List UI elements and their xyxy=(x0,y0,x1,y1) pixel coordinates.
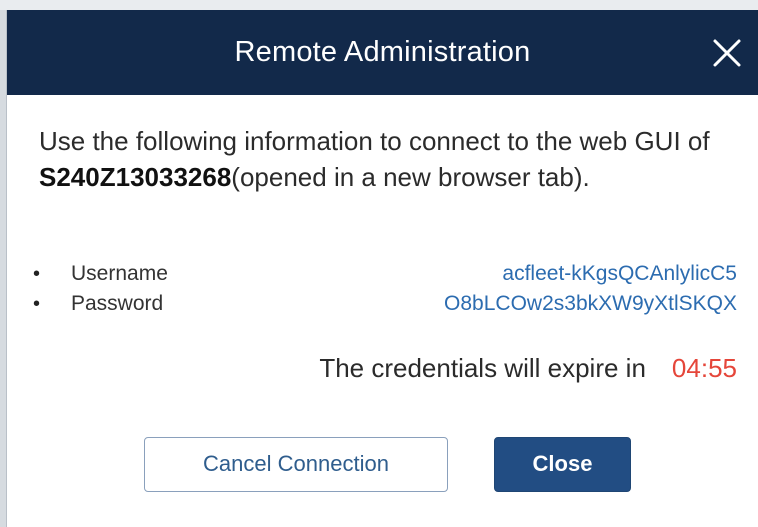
credential-row-username: • Username acfleet-kKgsQCAnlylicC5 xyxy=(33,260,743,290)
dialog-header: Remote Administration xyxy=(7,10,758,95)
password-label: Password xyxy=(71,292,164,315)
credential-row-password: • Password O8bLCOw2s3bkXW9yXtlSKQX xyxy=(33,290,743,320)
intro-before: Use the following information to connect… xyxy=(39,126,710,156)
intro-text: Use the following information to connect… xyxy=(39,123,729,195)
close-button[interactable]: Close xyxy=(494,437,631,492)
remote-admin-dialog: Remote Administration Use the following … xyxy=(6,10,758,527)
username-label: Username xyxy=(71,262,168,285)
intro-after: (opened in a new browser tab). xyxy=(231,162,590,192)
bullet-icon: • xyxy=(33,293,41,315)
close-icon[interactable] xyxy=(710,36,744,70)
expiry-timer: 04:55 xyxy=(671,353,737,383)
dialog-title: Remote Administration xyxy=(234,36,531,68)
expiry-notice: The credentials will expire in 04:55 xyxy=(7,350,737,386)
device-id: S240Z13033268 xyxy=(39,162,232,192)
username-value[interactable]: acfleet-kKgsQCAnlylicC5 xyxy=(502,260,737,288)
credentials-list: • Username acfleet-kKgsQCAnlylicC5 • Pas… xyxy=(33,260,743,320)
cancel-connection-button[interactable]: Cancel Connection xyxy=(144,437,448,492)
screen: Remote Administration Use the following … xyxy=(0,0,758,527)
expiry-text: The credentials will expire in xyxy=(319,353,646,383)
bullet-icon: • xyxy=(33,263,41,285)
background-strip xyxy=(0,0,758,10)
password-value[interactable]: O8bLCOw2s3bkXW9yXtlSKQX xyxy=(444,290,737,318)
